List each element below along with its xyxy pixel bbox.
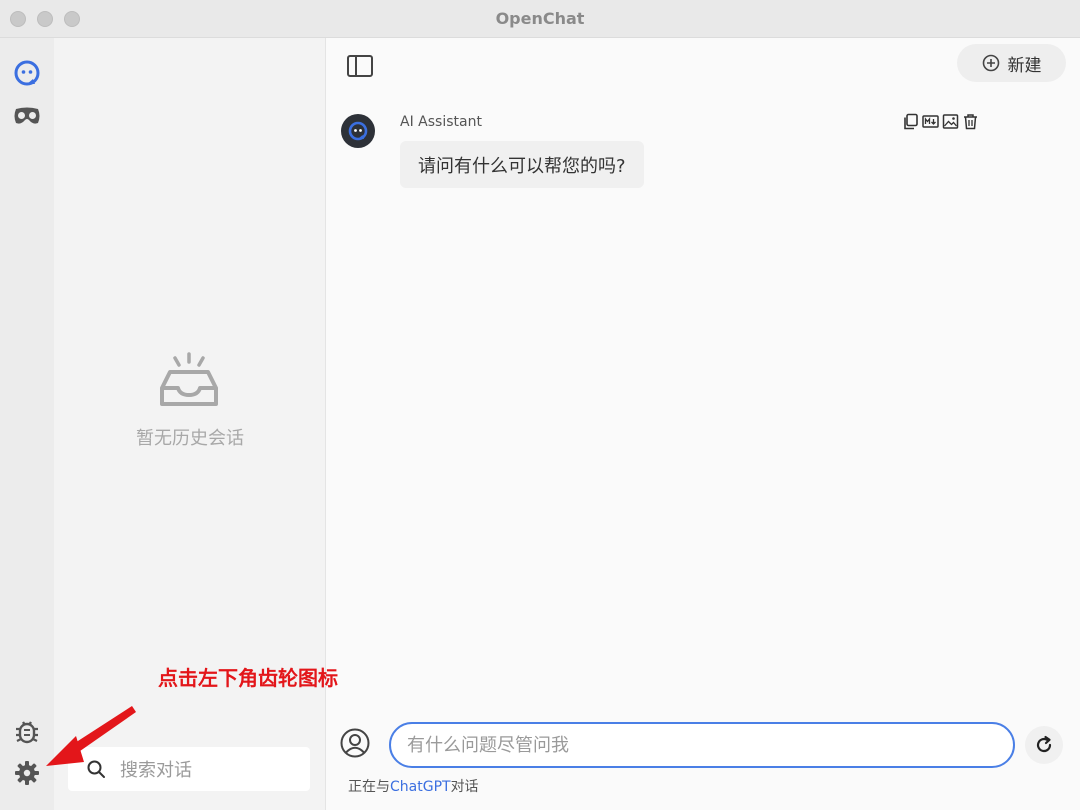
image-icon[interactable] bbox=[942, 113, 959, 130]
empty-inbox-icon bbox=[160, 352, 218, 406]
history-panel: 暂无历史会话 搜索对话 bbox=[54, 38, 326, 810]
status-suffix: 对话 bbox=[450, 779, 479, 795]
message-sender: AI Assistant bbox=[400, 114, 482, 130]
trash-icon[interactable] bbox=[962, 113, 979, 130]
chat-bot-icon bbox=[348, 121, 368, 141]
chat-bot-icon bbox=[14, 60, 40, 86]
empty-history-text: 暂无历史会话 bbox=[136, 428, 244, 449]
markdown-icon[interactable] bbox=[922, 113, 939, 130]
sidebar-toggle-icon[interactable] bbox=[346, 54, 374, 78]
assistant-message-bubble: 请问有什么可以帮您的吗? bbox=[400, 141, 644, 188]
new-chat-button[interactable]: 新建 bbox=[957, 44, 1066, 82]
window-title: OpenChat bbox=[495, 9, 585, 28]
ai-avatar bbox=[341, 114, 375, 148]
annotation-arrow-icon bbox=[46, 706, 136, 766]
gear-icon bbox=[15, 761, 39, 785]
chat-status: 正在与ChatGPT对话 bbox=[348, 776, 479, 796]
rail-mask-button[interactable] bbox=[12, 101, 42, 131]
new-chat-label: 新建 bbox=[1007, 55, 1042, 76]
title-bar: OpenChat bbox=[0, 0, 1080, 38]
refresh-icon bbox=[1036, 735, 1052, 753]
rail-bug-button[interactable] bbox=[12, 716, 42, 746]
vr-mask-icon bbox=[14, 107, 40, 124]
status-model[interactable]: ChatGPT bbox=[390, 779, 451, 795]
app-window: OpenChat 暂无历史会话 搜索对话 新建 AI Assistant 请问有… bbox=[0, 0, 1080, 810]
bug-icon bbox=[16, 721, 38, 744]
chat-area: 新建 AI Assistant 请问有什么可以帮您的吗? 有什么问题尽管问我 正… bbox=[326, 38, 1080, 810]
status-prefix: 正在与 bbox=[348, 779, 390, 795]
message-input[interactable] bbox=[389, 722, 1015, 768]
user-avatar-icon bbox=[340, 728, 370, 758]
annotation-text: 点击左下角齿轮图标 bbox=[158, 666, 338, 690]
copy-icon[interactable] bbox=[902, 113, 919, 130]
icon-rail bbox=[0, 38, 54, 810]
plus-circle-icon bbox=[982, 54, 999, 72]
message-actions bbox=[902, 113, 979, 130]
refresh-button[interactable] bbox=[1025, 726, 1063, 764]
rail-chat-button[interactable] bbox=[12, 58, 42, 88]
rail-settings-button[interactable] bbox=[12, 758, 42, 788]
